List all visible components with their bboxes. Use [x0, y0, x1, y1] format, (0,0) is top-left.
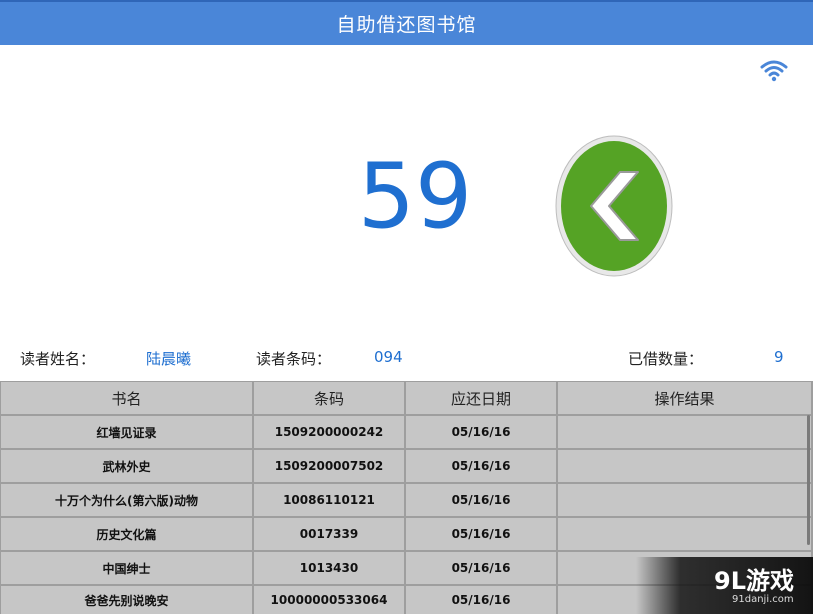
table-cell-result[interactable] [558, 484, 811, 516]
table-cell-due-date[interactable]: 05/16/16 [406, 484, 556, 516]
wifi-icon [760, 60, 788, 82]
table-cell-due-date[interactable]: 05/16/16 [406, 416, 556, 448]
table-cell-title[interactable]: 十万个为什么(第六版)动物 [1, 484, 252, 516]
watermark-url: 91danji.com [732, 594, 794, 605]
watermark-overlay: 9L游戏 91danji.com [636, 557, 813, 614]
app-title: 自助借还图书馆 [336, 14, 477, 36]
table-cell-due-date[interactable]: 05/16/16 [406, 450, 556, 482]
table-cell-due-date[interactable]: 05/16/16 [406, 518, 556, 550]
app-title-bar: 自助借还图书馆 [0, 0, 813, 45]
table-cell-barcode[interactable]: 0017339 [254, 518, 404, 550]
table-cell-barcode[interactable]: 10000000533064 [254, 586, 404, 614]
column-header-barcode: 条码 [254, 382, 404, 414]
watermark-logo: 9L游戏 [714, 567, 794, 595]
table-cell-title[interactable]: 武林外史 [1, 450, 252, 482]
borrowed-count-value: 9 [774, 348, 784, 366]
table-cell-title[interactable]: 历史文化篇 [1, 518, 252, 550]
table-cell-title[interactable]: 红墙见证录 [1, 416, 252, 448]
table-cell-result[interactable] [558, 416, 811, 448]
table-cell-barcode[interactable]: 1509200000242 [254, 416, 404, 448]
reader-barcode-value: 094 [374, 348, 403, 366]
table-cell-barcode[interactable]: 1509200007502 [254, 450, 404, 482]
table-cell-result[interactable] [558, 518, 811, 550]
reader-barcode-label: 读者条码： [256, 350, 332, 368]
back-button[interactable] [554, 134, 674, 278]
table-scrollbar[interactable] [807, 415, 810, 545]
table-cell-title[interactable]: 爸爸先别说晚安 [1, 586, 252, 614]
table-cell-due-date[interactable]: 05/16/16 [406, 586, 556, 614]
column-header-result: 操作结果 [558, 382, 811, 414]
reader-info-row: 读者姓名： 陆晨曦 读者条码： 094 已借数量： 9 [0, 340, 813, 374]
table-cell-barcode[interactable]: 10086110121 [254, 484, 404, 516]
reader-name-label: 读者姓名： [20, 350, 96, 368]
reader-name-value: 陆晨曦 [146, 350, 192, 368]
table-cell-due-date[interactable]: 05/16/16 [406, 552, 556, 584]
table-cell-barcode[interactable]: 1013430 [254, 552, 404, 584]
table-cell-title[interactable]: 中国绅士 [1, 552, 252, 584]
column-header-title: 书名 [1, 382, 252, 414]
column-header-due-date: 应还日期 [406, 382, 556, 414]
table-cell-result[interactable] [558, 450, 811, 482]
borrowed-count-label: 已借数量： [628, 350, 704, 368]
countdown-timer: 59 [357, 144, 473, 249]
